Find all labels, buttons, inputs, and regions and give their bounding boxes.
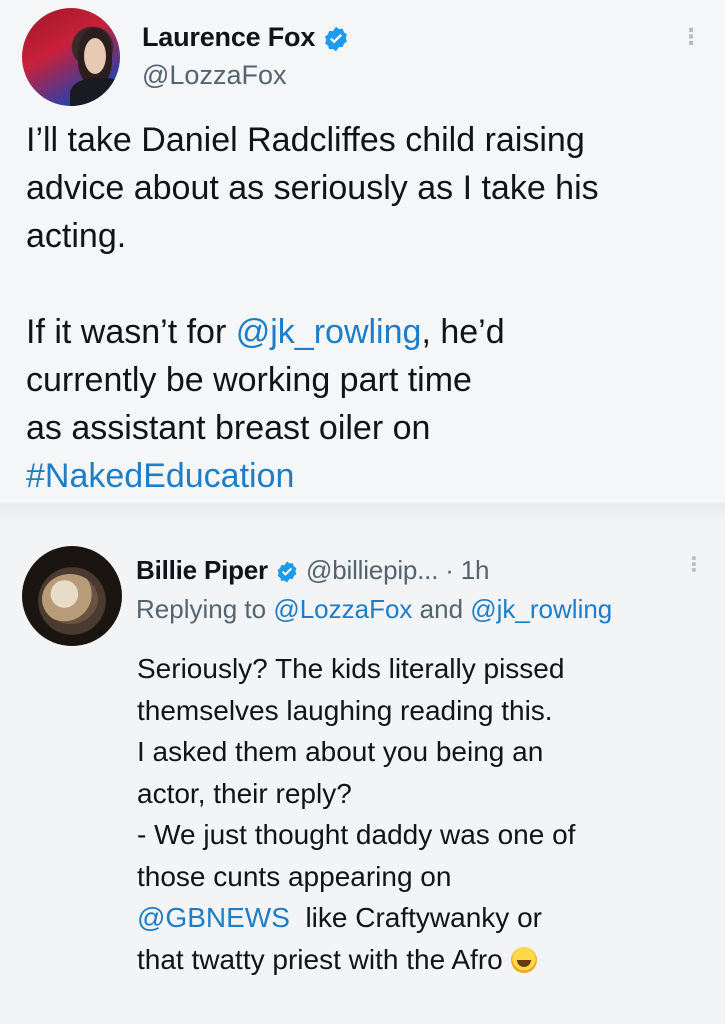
reply-line: - We just thought daddy was one of [137,819,576,850]
hashtag-link[interactable]: #NakedEducation [26,452,599,500]
author-name[interactable]: Laurence Fox [142,22,350,53]
more-vertical-icon[interactable]: ⋮ [684,552,704,577]
reply-avatar[interactable] [22,546,122,646]
reply-author-name[interactable]: Billie Piper @billiepip... · 1h [136,555,489,586]
replying-and: and [412,594,471,624]
reply-line: those cunts appearing on [137,860,452,892]
mention-link-lozzafox[interactable]: @LozzaFox [273,594,412,624]
avatar-face [84,38,106,74]
reply-text-fragment: that twatty priest with the Afro [137,943,503,975]
grinning-sweat-emoji-icon [510,946,537,973]
tweet-line: currently be working part time [26,361,472,399]
avatar-hair [42,574,98,624]
author-handle[interactable]: @LozzaFox [142,60,286,91]
reply-author-name-text: Billie Piper [136,555,268,585]
verified-badge-icon [325,26,348,52]
verified-badge-icon [277,561,297,583]
avatar[interactable] [22,8,120,106]
mention-link-gbnews[interactable]: @GBNEWS [137,902,290,933]
tweet-line: as assistant breast oiler on [26,409,431,447]
author-name-text: Laurence Fox [142,22,316,52]
tweet-line: acting. [26,217,127,255]
reply-body: Seriously? The kids literally pissed the… [137,648,707,980]
reply-line: actor, their reply? [137,777,352,809]
reply-author-handle[interactable]: @billiepip... [306,555,438,585]
mention-link-jk-rowling[interactable]: @jk_rowling [236,313,422,351]
paragraph-spacer [26,260,599,308]
reply-line: themselves laughing reading this. [137,694,553,726]
replying-to: Replying to @LozzaFox and @jk_rowling [136,594,612,625]
tweet-body: I’ll take Daniel Radcliffes child raisin… [26,116,599,500]
tweet-card[interactable]: Laurence Fox @LozzaFox ⋮ I’ll take Danie… [0,0,725,503]
reply-line: I asked them about you being an [137,736,544,767]
mention-link-jk-rowling[interactable]: @jk_rowling [470,594,612,624]
reply-line: Seriously? The kids literally pissed [137,653,565,684]
replying-prefix: Replying to [136,594,274,624]
tweet-text-fragment: If it wasn’t for [26,313,236,351]
avatar-body [70,78,120,106]
reply-line: that twatty priest with the Afro [137,939,707,981]
tweet-text-fragment: , he’d [421,313,505,351]
more-vertical-icon[interactable]: ⋮ [680,24,702,50]
reply-line: @GBNEWS like Craftywanky or [137,897,707,939]
tweet-line: advice about as seriously as I take his [26,169,599,207]
reply-timestamp[interactable]: · 1h [445,555,489,585]
divider [0,503,725,521]
tweet-line: I’ll take Daniel Radcliffes child raisin… [26,121,585,159]
reply-text-fragment: like Craftywanky or [289,902,542,933]
tweet-line: If it wasn’t for @jk_rowling, he’d [26,308,599,356]
